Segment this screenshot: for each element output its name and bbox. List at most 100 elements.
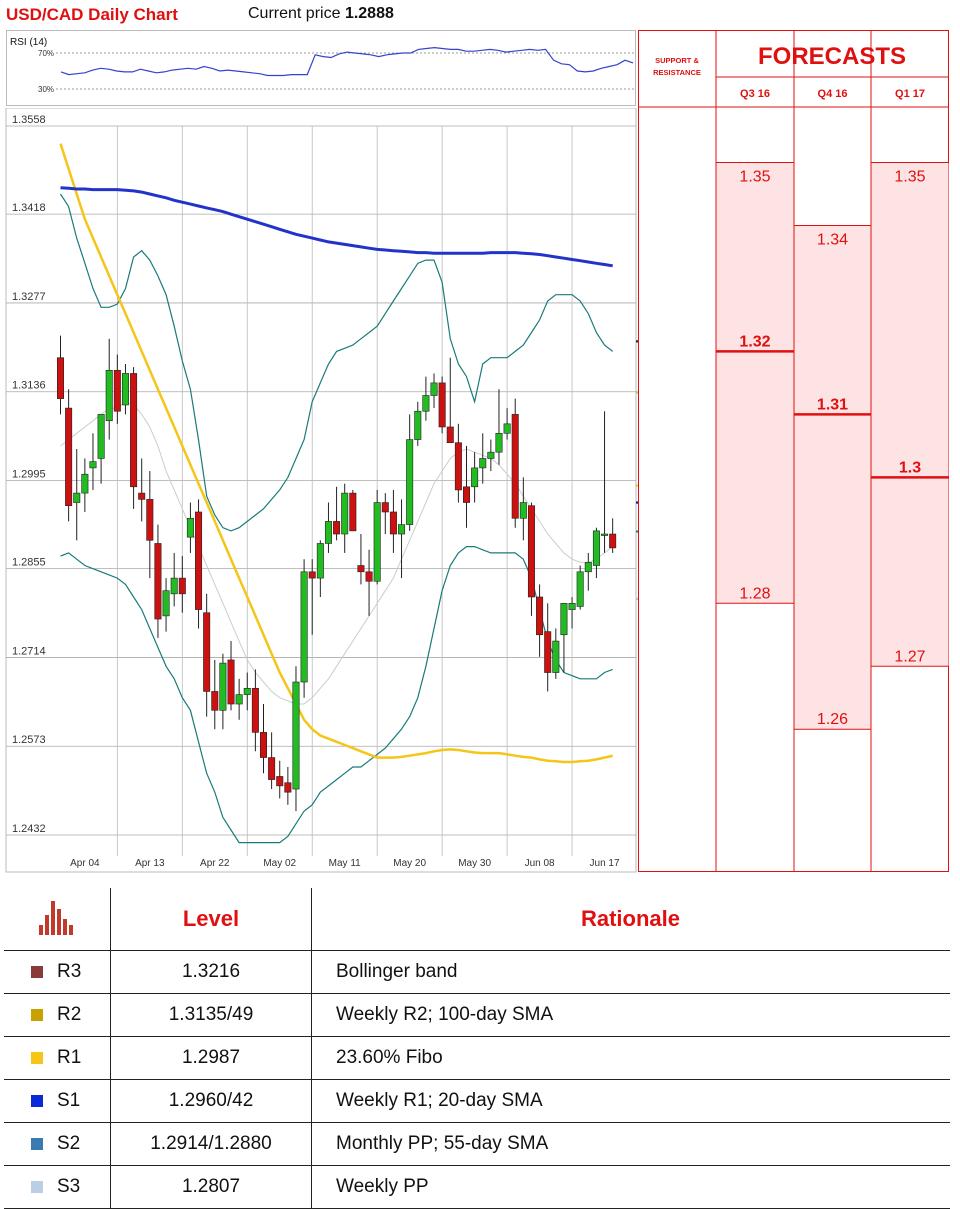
forecast-mid-label: 1.3 bbox=[899, 459, 921, 476]
candle-body bbox=[324, 521, 332, 544]
level-rationale: Weekly PP bbox=[311, 1165, 950, 1209]
candle-body bbox=[479, 458, 487, 469]
candle-body bbox=[178, 577, 186, 595]
candle-body bbox=[170, 577, 178, 595]
x-tick-label: Jun 17 bbox=[590, 858, 620, 869]
x-tick-label: May 20 bbox=[393, 858, 426, 869]
candle-body bbox=[519, 502, 527, 519]
candle-body bbox=[446, 426, 454, 444]
level-rationale: 23.60% Fibo bbox=[311, 1036, 950, 1080]
level-name-cell: S3 bbox=[4, 1165, 111, 1209]
y-tick-label: 1.3136 bbox=[12, 380, 46, 392]
level-color-swatch bbox=[31, 965, 43, 978]
x-tick-label: Apr 04 bbox=[70, 858, 100, 869]
level-name: S2 bbox=[57, 1132, 81, 1154]
level-name: R2 bbox=[57, 1003, 82, 1025]
y-tick-label: 1.2714 bbox=[12, 645, 46, 657]
candle-body bbox=[333, 521, 341, 535]
candle-body bbox=[284, 782, 292, 793]
level-value: 1.2914/1.2880 bbox=[110, 1122, 312, 1166]
level-rationale: Bollinger band bbox=[311, 950, 950, 994]
level-name: S3 bbox=[57, 1175, 81, 1197]
forecasts-title: FORECASTS bbox=[758, 43, 906, 70]
candle-body bbox=[146, 499, 154, 541]
level-name-cell: S2 bbox=[4, 1122, 111, 1166]
forecast-column-label: Q1 17 bbox=[895, 88, 925, 100]
candle-body bbox=[195, 511, 203, 610]
forecast-high-label: 1.35 bbox=[894, 169, 925, 186]
x-tick-label: Apr 22 bbox=[200, 858, 230, 869]
candle-body bbox=[430, 382, 438, 396]
price-chart-frame bbox=[5, 108, 637, 873]
levels-table-wrap: Level Rationale R3 1.3216 Bollinger band R2… bbox=[4, 888, 950, 1209]
chart-title: USD/CAD Daily Chart bbox=[6, 5, 178, 24]
candle-body bbox=[268, 757, 276, 780]
current-price: Current price 1.2888 bbox=[248, 5, 394, 23]
candle-body bbox=[154, 543, 162, 620]
sr-header-line1: SUPPORT & bbox=[655, 56, 699, 65]
x-tick-label: Jun 08 bbox=[525, 858, 555, 869]
levels-table: Level Rationale R3 1.3216 Bollinger band R2… bbox=[4, 888, 950, 1209]
y-tick-label: 1.2855 bbox=[12, 557, 46, 569]
level-value: 1.3135/49 bbox=[110, 993, 312, 1037]
candle-body bbox=[576, 571, 584, 607]
level-name-cell: R3 bbox=[4, 950, 111, 994]
forecast-high-label: 1.34 bbox=[817, 231, 848, 248]
forecast-column-label: Q3 16 bbox=[740, 88, 770, 100]
y-tick-label: 1.3558 bbox=[12, 114, 46, 126]
candle-body bbox=[552, 640, 560, 673]
candle-body bbox=[527, 505, 535, 598]
table-row: S2 1.2914/1.2880 Monthly PP; 55-day SMA bbox=[4, 1122, 950, 1166]
forecast-range-band bbox=[871, 162, 949, 667]
level-rationale: Weekly R1; 20-day SMA bbox=[311, 1079, 950, 1123]
table-header-icon-cell bbox=[4, 888, 111, 951]
level-value: 1.2987 bbox=[110, 1036, 312, 1080]
candle-body bbox=[203, 612, 211, 692]
candle-body bbox=[373, 502, 381, 582]
candle-body bbox=[97, 414, 105, 459]
candle-body bbox=[113, 370, 121, 412]
level-name-cell: R2 bbox=[4, 993, 111, 1037]
candle-body bbox=[276, 776, 284, 787]
level-color-swatch bbox=[31, 1094, 43, 1107]
forecast-high-label: 1.35 bbox=[739, 169, 770, 186]
candle-body bbox=[511, 414, 519, 519]
level-color-swatch bbox=[31, 1051, 43, 1064]
level-color-swatch bbox=[31, 1180, 43, 1193]
rsi-level-label: 30% bbox=[38, 85, 54, 94]
candle-body bbox=[357, 565, 365, 573]
x-tick-label: May 11 bbox=[329, 858, 361, 869]
candle-body bbox=[251, 687, 259, 733]
candle-body bbox=[162, 590, 170, 617]
candle-body bbox=[471, 467, 479, 488]
current-price-value: 1.2888 bbox=[344, 5, 394, 22]
candle-body bbox=[219, 662, 227, 711]
candle-body bbox=[349, 492, 357, 532]
candle-body bbox=[56, 357, 64, 399]
level-name: R1 bbox=[57, 1046, 82, 1068]
forecast-column-label: Q4 16 bbox=[818, 88, 848, 100]
rsi-level-label: 70% bbox=[38, 49, 54, 58]
candle-body bbox=[568, 602, 576, 610]
candle-body bbox=[398, 524, 406, 535]
table-row: S3 1.2807 Weekly PP bbox=[4, 1165, 950, 1209]
level-name: R3 bbox=[57, 960, 82, 982]
candle-body bbox=[422, 395, 430, 412]
candle-body bbox=[536, 596, 544, 636]
candle-body bbox=[544, 631, 552, 673]
candle-body bbox=[462, 486, 470, 503]
forecast-mid-label: 1.31 bbox=[817, 396, 848, 413]
forecast-low-label: 1.28 bbox=[739, 585, 770, 602]
candle-body bbox=[365, 571, 373, 582]
candle-body bbox=[259, 732, 267, 758]
candle-body bbox=[503, 423, 511, 434]
forecast-panel: SUPPORT & RESISTANCE FORECASTS Q3 16 1.35 1.3… bbox=[638, 30, 949, 872]
candle-body bbox=[211, 691, 219, 711]
candle-body bbox=[105, 370, 113, 421]
rsi-label: RSI (14) bbox=[10, 37, 47, 48]
candle-body bbox=[406, 439, 414, 525]
y-tick-label: 1.2573 bbox=[12, 734, 46, 746]
level-color-swatch bbox=[31, 1137, 43, 1150]
forecast-range-band bbox=[794, 225, 871, 730]
rsi-line bbox=[60, 46, 634, 77]
